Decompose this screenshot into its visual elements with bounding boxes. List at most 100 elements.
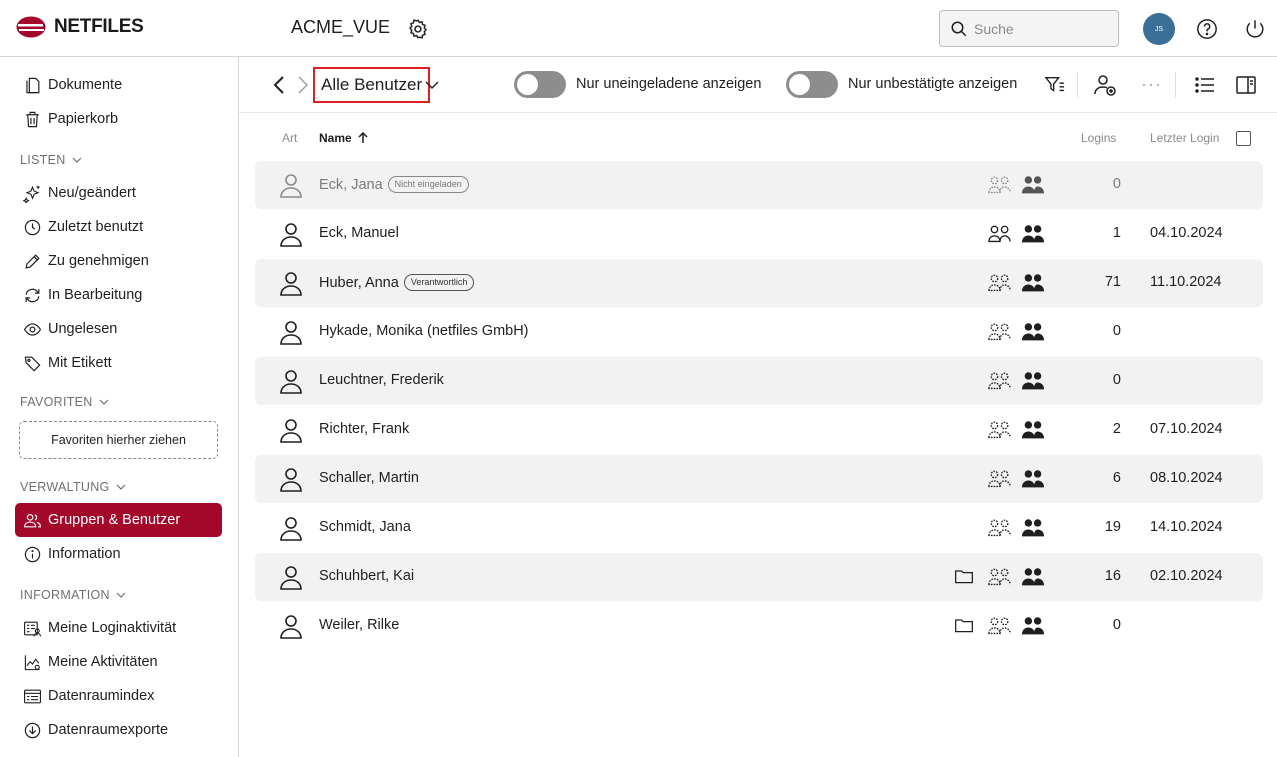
- section-label-text: FAVORITEN: [20, 395, 93, 409]
- toggle-unconfirmed[interactable]: [786, 71, 838, 98]
- folder-icon[interactable]: [954, 615, 974, 635]
- user-name-cell[interactable]: Schaller, Martin: [319, 470, 419, 486]
- table-row[interactable]: Leuchtner, Frederik 0: [255, 357, 1263, 405]
- chevron-down-icon[interactable]: [425, 79, 439, 91]
- logins-count: 0: [1112, 323, 1121, 339]
- tag-icon: [24, 356, 41, 371]
- groups-filled-icon[interactable]: [1021, 174, 1045, 196]
- sidebar-item-meine-loginaktivitaet[interactable]: Meine Loginaktivität: [15, 611, 222, 645]
- groups-outline-icon[interactable]: [988, 174, 1012, 196]
- user-name-cell[interactable]: Hykade, Monika (netfiles GmbH): [319, 323, 529, 339]
- sidebar-item-mit-etikett[interactable]: Mit Etikett: [15, 346, 222, 380]
- groups-outline-icon[interactable]: [988, 468, 1012, 490]
- sidebar-item-zuletzt-benutzt[interactable]: Zuletzt benutzt: [15, 210, 222, 244]
- section-favoriten[interactable]: FAVORITEN: [20, 395, 109, 409]
- section-listen[interactable]: LISTEN: [20, 153, 82, 167]
- groups-outline-icon[interactable]: [988, 615, 1012, 637]
- sidebar-item-datenraumindex[interactable]: Datenraumindex: [15, 679, 222, 713]
- table-row[interactable]: Eck, Jana Nicht eingeladen 0: [255, 161, 1263, 209]
- filter-icon[interactable]: [1044, 75, 1066, 95]
- table-row[interactable]: Schaller, Martin 6 08.10.2024: [255, 455, 1263, 503]
- groups-outline-icon[interactable]: [988, 272, 1012, 294]
- groups-filled-icon[interactable]: [1021, 370, 1045, 392]
- sidebar-item-dokumente[interactable]: Dokumente: [15, 68, 222, 102]
- document-icon: [26, 77, 40, 93]
- sidebar-item-information[interactable]: Information: [15, 537, 222, 571]
- user-name-cell[interactable]: Huber, Anna Verantwortlich: [319, 274, 475, 291]
- toggle-uninvited[interactable]: [514, 71, 566, 98]
- groups-outline-icon[interactable]: [988, 321, 1012, 343]
- gear-icon[interactable]: [407, 18, 429, 40]
- more-icon[interactable]: [1142, 83, 1160, 87]
- forward-arrow-icon[interactable]: [296, 75, 310, 95]
- sidebar-item-label: Neu/geändert: [48, 185, 136, 201]
- column-name[interactable]: Name: [319, 131, 368, 145]
- logins-count: 6: [1112, 470, 1121, 486]
- list-view-icon[interactable]: [1194, 75, 1216, 95]
- clock-icon: [24, 219, 41, 235]
- user-icon: [279, 417, 303, 443]
- groups-filled-icon[interactable]: [1021, 615, 1045, 637]
- search-box[interactable]: [939, 10, 1119, 47]
- table-row[interactable]: Eck, Manuel 1 04.10.2024: [255, 210, 1263, 258]
- chevron-down-icon: [72, 157, 81, 163]
- chevron-down-icon: [99, 399, 109, 405]
- column-logins[interactable]: Logins: [1081, 131, 1116, 145]
- section-information[interactable]: INFORMATION: [20, 588, 126, 602]
- folder-icon[interactable]: [954, 566, 974, 586]
- search-icon: [951, 21, 967, 36]
- user-name-cell[interactable]: Schuhbert, Kai: [319, 568, 414, 584]
- sidebar-item-ungelesen[interactable]: Ungelesen: [15, 312, 222, 346]
- user-name-cell[interactable]: Eck, Jana Nicht eingeladen: [319, 176, 469, 193]
- sidebar-item-papierkorb[interactable]: Papierkorb: [15, 102, 222, 136]
- groups-filled-icon[interactable]: [1021, 566, 1045, 588]
- add-user-icon[interactable]: [1093, 73, 1117, 97]
- user-name-cell[interactable]: Eck, Manuel: [319, 225, 399, 241]
- user-name-cell[interactable]: Weiler, Rilke: [319, 617, 399, 633]
- table-row[interactable]: Weiler, Rilke 0: [255, 602, 1263, 650]
- groups-filled-icon[interactable]: [1021, 272, 1045, 294]
- table-row[interactable]: Huber, Anna Verantwortlich 71 11.10.2024: [255, 259, 1263, 307]
- section-verwaltung[interactable]: VERWALTUNG: [20, 480, 126, 494]
- groups-filled-icon[interactable]: [1021, 223, 1045, 245]
- groups-outline-icon[interactable]: [988, 370, 1012, 392]
- groups-outline-icon[interactable]: [988, 517, 1012, 539]
- help-icon[interactable]: [1196, 18, 1218, 40]
- table-row[interactable]: Schmidt, Jana 19 14.10.2024: [255, 504, 1263, 552]
- column-last-login[interactable]: Letzter Login: [1150, 131, 1219, 145]
- groups-filled-icon[interactable]: [1021, 468, 1045, 490]
- table-row[interactable]: Schuhbert, Kai 16 02.10.2024: [255, 553, 1263, 601]
- view-selector[interactable]: Alle Benutzer: [313, 67, 431, 103]
- logins-count: 0: [1112, 372, 1121, 388]
- user-name-cell[interactable]: Richter, Frank: [319, 421, 409, 437]
- sidebar-item-zu-genehmigen[interactable]: Zu genehmigen: [15, 244, 222, 278]
- power-icon[interactable]: [1244, 18, 1266, 40]
- select-all-checkbox[interactable]: [1236, 131, 1251, 146]
- table-row[interactable]: Hykade, Monika (netfiles GmbH) 0: [255, 308, 1263, 356]
- sidebar-item-label: Meine Aktivitäten: [48, 654, 158, 670]
- sidebar-item-label: Ungelesen: [48, 321, 118, 337]
- groups-outline-icon[interactable]: [988, 419, 1012, 441]
- sidebar-item-in-bearbeitung[interactable]: In Bearbeitung: [15, 278, 222, 312]
- sidebar-item-datenraumexporte[interactable]: Datenraumexporte: [15, 713, 222, 747]
- column-art[interactable]: Art: [282, 131, 297, 145]
- groups-outline-icon[interactable]: [988, 566, 1012, 588]
- favorites-drop-zone[interactable]: Favoriten hierher ziehen: [19, 421, 218, 459]
- sidebar-item-gruppen-benutzer[interactable]: Gruppen & Benutzer: [15, 503, 222, 537]
- search-input[interactable]: [974, 20, 1104, 37]
- back-arrow-icon[interactable]: [272, 75, 286, 95]
- user-name-cell[interactable]: Schmidt, Jana: [319, 519, 411, 535]
- panel-toggle-icon[interactable]: [1236, 75, 1256, 95]
- user-name: Schmidt, Jana: [319, 519, 411, 535]
- sidebar-item-label: Datenraumexporte: [48, 722, 169, 738]
- groups-filled-icon[interactable]: [1021, 517, 1045, 539]
- table-row[interactable]: Richter, Frank 2 07.10.2024: [255, 406, 1263, 454]
- brand-logo[interactable]: NETFILES: [16, 16, 144, 38]
- user-name-cell[interactable]: Leuchtner, Frederik: [319, 372, 444, 388]
- sidebar-item-meine-aktivitaeten[interactable]: Meine Aktivitäten: [15, 645, 222, 679]
- groups-filled-icon[interactable]: [1021, 419, 1045, 441]
- sidebar-item-neu-geaendert[interactable]: Neu/geändert: [15, 176, 222, 210]
- avatar[interactable]: JS: [1143, 13, 1175, 45]
- groups-filled-icon[interactable]: [1021, 321, 1045, 343]
- groups-outline-icon[interactable]: [988, 223, 1012, 245]
